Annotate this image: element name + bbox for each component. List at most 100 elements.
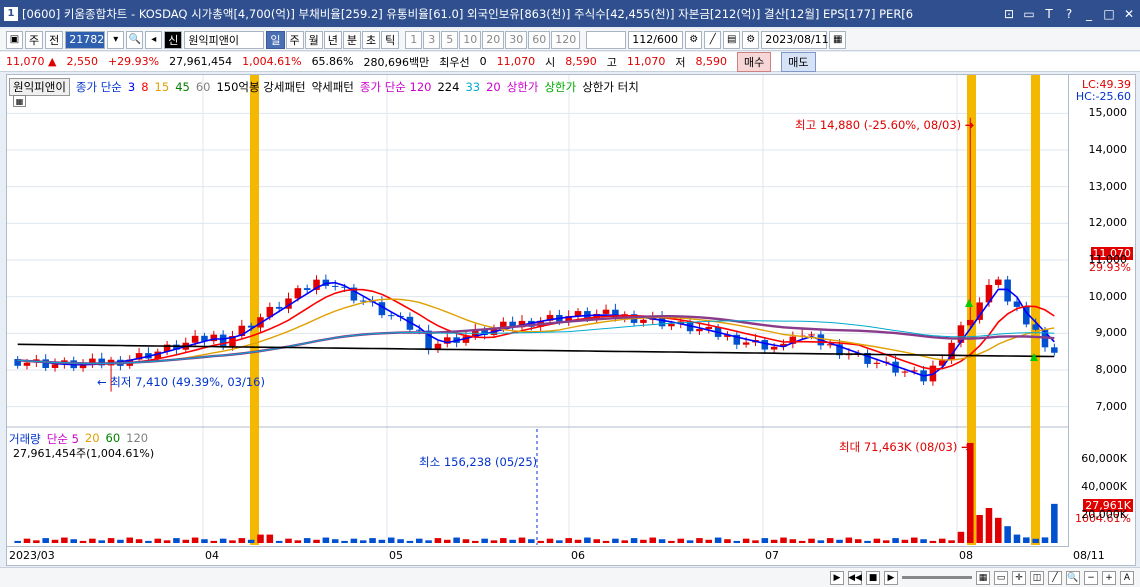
candle-body bbox=[191, 335, 199, 343]
volume-bar bbox=[602, 540, 610, 543]
volume-bar bbox=[303, 538, 311, 543]
grid-icon[interactable]: ▦ bbox=[13, 95, 26, 107]
buy-button[interactable]: 매수 bbox=[737, 51, 772, 72]
volume-bar bbox=[107, 538, 115, 543]
layout-icon[interactable]: ▦ bbox=[976, 570, 990, 585]
maximize-icon[interactable]: □ bbox=[1102, 7, 1116, 21]
crosshair-icon[interactable]: ✛ bbox=[1012, 570, 1026, 585]
volume-bar bbox=[714, 537, 722, 543]
volume-bar bbox=[640, 539, 647, 543]
period-tab-1[interactable]: 주 bbox=[285, 30, 304, 49]
prev-button[interactable]: 전 bbox=[45, 30, 64, 49]
interval-button-10[interactable]: 10 bbox=[459, 30, 482, 49]
candle-body bbox=[742, 342, 750, 345]
ratio-value: 65.86% bbox=[311, 55, 354, 68]
volume-bar bbox=[938, 538, 946, 543]
zoom-slider[interactable] bbox=[902, 576, 972, 579]
stop-icon[interactable]: ■ bbox=[866, 570, 880, 585]
open-label: 시 bbox=[545, 55, 556, 69]
volume-bar bbox=[444, 539, 451, 543]
close-icon[interactable]: ✕ bbox=[1122, 7, 1136, 21]
period-tab-2[interactable]: 월 bbox=[304, 30, 323, 49]
count-field[interactable]: 112/600 bbox=[628, 30, 684, 49]
dropdown-icon[interactable]: ▾ bbox=[107, 30, 125, 49]
interval-input[interactable] bbox=[586, 30, 627, 49]
pin-icon[interactable]: T bbox=[1042, 7, 1056, 21]
volume-bar bbox=[238, 538, 246, 543]
stock-name-field[interactable]: 원익피앤이 bbox=[184, 30, 265, 49]
period-tab-3[interactable]: 년 bbox=[323, 30, 342, 49]
link-icon[interactable]: ⊡ bbox=[1002, 7, 1016, 21]
interval-button-30[interactable]: 30 bbox=[505, 30, 528, 49]
interval-button-1[interactable]: 1 bbox=[405, 30, 423, 49]
priority-value: 0 bbox=[479, 55, 487, 68]
candle-body bbox=[995, 279, 1002, 285]
volume-bar bbox=[1023, 537, 1030, 543]
speaker-icon[interactable]: ◂ bbox=[145, 30, 163, 49]
stock-code-input[interactable]: 217820 bbox=[65, 30, 111, 49]
pattern-weak: 약세패턴 bbox=[311, 80, 354, 94]
help-icon[interactable]: ? bbox=[1062, 7, 1076, 21]
volume-bar bbox=[724, 539, 731, 543]
volume-bar bbox=[201, 539, 208, 543]
interval-button-5[interactable]: 5 bbox=[441, 30, 459, 49]
font-size-icon[interactable]: A bbox=[1120, 570, 1134, 585]
price-tick: 10,000 bbox=[1088, 289, 1128, 303]
volume-bar bbox=[219, 538, 227, 543]
period-tabs: 일주월년분초틱 bbox=[266, 30, 400, 49]
volume-bar bbox=[808, 538, 815, 543]
play-icon[interactable]: ▶ bbox=[884, 570, 898, 585]
volume-bar bbox=[901, 539, 909, 543]
restore-icon[interactable]: ▭ bbox=[1022, 7, 1036, 21]
price-tick: 8,000 bbox=[1095, 363, 1128, 376]
gear-icon[interactable]: ⚙ bbox=[742, 30, 760, 49]
rewind-icon[interactable]: ◀◀ bbox=[848, 570, 862, 585]
zoom-out-icon[interactable]: − bbox=[1084, 570, 1098, 585]
period-tab-5[interactable]: 초 bbox=[362, 30, 381, 49]
window-icon[interactable]: ▭ bbox=[994, 570, 1008, 585]
period-mode-select[interactable]: 주 bbox=[25, 30, 44, 49]
interval-button-20[interactable]: 20 bbox=[482, 30, 505, 49]
date-field[interactable]: 2023/08/11 bbox=[761, 30, 829, 49]
line-tool-icon[interactable]: ╱ bbox=[704, 30, 722, 49]
fit-icon[interactable]: ◫ bbox=[1030, 570, 1044, 585]
interval-button-120[interactable]: 120 bbox=[551, 30, 581, 49]
sell-button[interactable]: 매도 bbox=[781, 51, 816, 72]
candle-body bbox=[640, 319, 647, 323]
volume-bar bbox=[415, 538, 423, 543]
moving-average-line bbox=[17, 288, 1055, 371]
chart-canvas[interactable] bbox=[7, 75, 1135, 547]
volume-bar bbox=[565, 538, 572, 543]
minimize-icon[interactable]: _ bbox=[1082, 7, 1096, 21]
save-icon[interactable]: ▤ bbox=[723, 30, 741, 49]
volume-bar bbox=[546, 538, 554, 543]
period-tab-0[interactable]: 일 bbox=[266, 30, 285, 49]
period-tab-6[interactable]: 틱 bbox=[381, 30, 400, 49]
volume-bar bbox=[995, 517, 1002, 543]
period-tab-4[interactable]: 분 bbox=[342, 30, 361, 49]
chart-area[interactable]: 원익피앤이 종가 단순 3 8 15 45 60 150억봉 강세패턴 약세패턴 종가 … bbox=[6, 74, 1136, 566]
interval-button-3[interactable]: 3 bbox=[423, 30, 441, 49]
zoom-in-icon[interactable]: + bbox=[1102, 570, 1116, 585]
volume-bar bbox=[976, 515, 983, 543]
time-axis: 2023/03 04 05 06 07 08 08/11 bbox=[7, 546, 1105, 566]
volume-bar bbox=[126, 537, 134, 543]
chart-type-icon[interactable]: ╱ bbox=[1048, 570, 1062, 585]
candle-body bbox=[42, 359, 49, 368]
scroll-right-icon[interactable]: ▶ bbox=[830, 570, 844, 585]
stock-search-icon[interactable]: ▣ bbox=[6, 30, 23, 49]
volume-bar bbox=[668, 540, 675, 543]
volume-bar bbox=[696, 538, 703, 543]
volume-bar bbox=[948, 540, 955, 543]
volume-value-label: 27,961,454주(1,004.61%) bbox=[13, 447, 155, 460]
ma2-label: 종가 단순 120 bbox=[359, 80, 432, 94]
interval-button-60[interactable]: 60 bbox=[528, 30, 551, 49]
volume-bar bbox=[229, 540, 236, 543]
zoom-icon[interactable]: 🔍 bbox=[1066, 570, 1080, 585]
volume-bar bbox=[593, 539, 600, 543]
chart-settings-icon[interactable]: ⚙ bbox=[685, 30, 703, 49]
calendar-icon[interactable]: ▦ bbox=[829, 30, 847, 49]
quote-bar: 11,070 ▲ 2,550 +29.93% 27,961,454 1,004.… bbox=[0, 51, 1140, 72]
search-icon[interactable]: 🔍 bbox=[126, 30, 144, 49]
volume-bar bbox=[518, 537, 526, 543]
